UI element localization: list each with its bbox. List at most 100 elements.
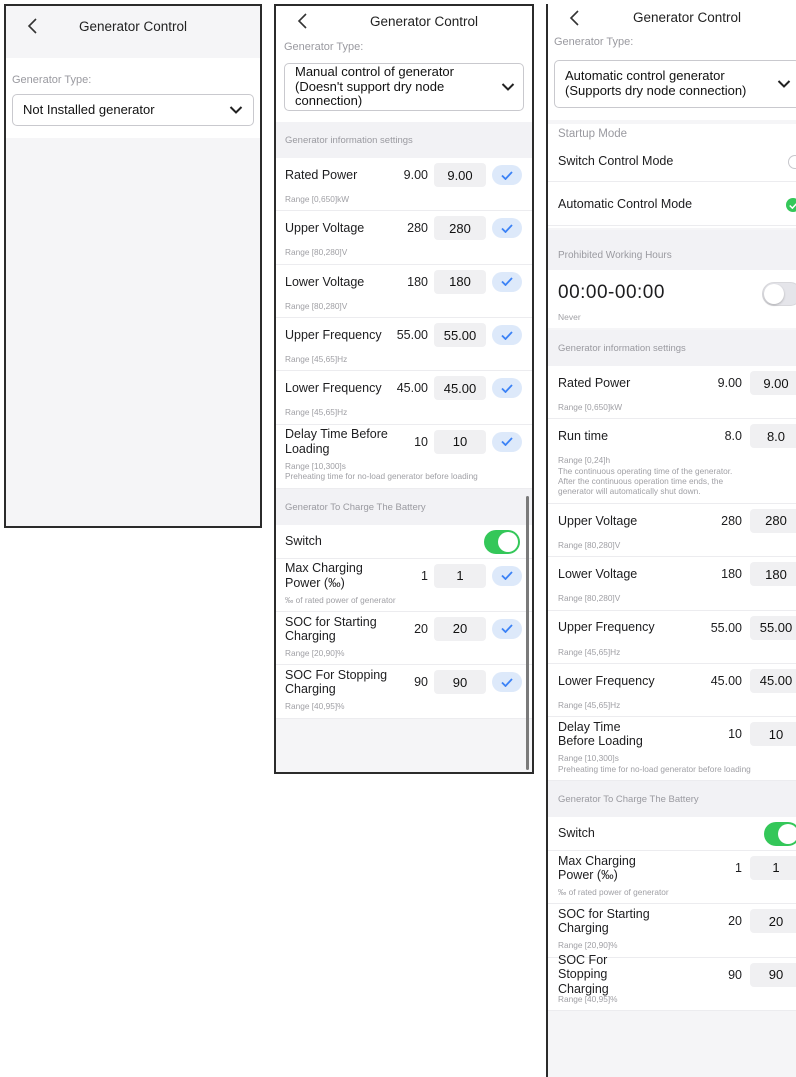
value-input[interactable]: 20 [750,909,796,934]
mode-option-auto[interactable]: Automatic Control Mode [548,184,796,226]
screen-not-installed: Generator Control Generator Type: Not In… [4,4,262,528]
setting-label: Lower Frequency [558,673,655,688]
current-value: 180 [407,274,428,289]
charge-battery-toggle[interactable] [764,821,796,846]
value-input[interactable]: 90 [750,962,796,987]
section-header: Generator To Charge The Battery [548,780,796,817]
setting-hint: Range [80,280]V [548,591,796,611]
setting-row: Delay Time Before Loading 10 10 [548,717,796,752]
current-value: 1 [735,860,742,875]
current-value: 55.00 [710,620,742,635]
setting-hint: Range [45,65]Hz [276,405,532,425]
current-value: 1 [421,568,428,583]
setting-row: Run time 8.0 8.0 [548,419,796,454]
setting-hint: Range [80,280]V [276,298,532,319]
value-input[interactable]: 10 [750,722,796,747]
current-value: 45.00 [710,673,742,688]
check-icon [501,571,513,581]
confirm-button[interactable] [492,271,522,292]
prohibited-hours-toggle[interactable] [762,282,796,306]
prohibited-hours-item[interactable]: 00:00-00:00 Never [548,270,796,328]
value-input[interactable]: 9.00 [434,163,486,187]
confirm-button[interactable] [492,165,522,185]
chevron-down-icon [777,79,791,89]
value-input[interactable]: 55.00 [434,323,486,348]
setting-hint: Range [10,300]s Preheating time for no-l… [548,751,796,781]
switch-row: Switch [276,524,532,559]
value-input[interactable]: 55.00 [750,615,796,640]
value-input[interactable]: 45.00 [750,668,796,693]
confirm-button[interactable] [492,618,522,639]
setting-row: Lower Frequency 45.00 45.00 [548,663,796,698]
chevron-down-icon [229,105,243,115]
value-input[interactable]: 180 [750,562,796,587]
generator-type-value: Not Installed generator [23,101,155,117]
setting-label: Run time [558,429,609,444]
setting-label: Max Charging Power (‰) [558,853,636,882]
value-input[interactable]: 90 [434,670,486,695]
value-input[interactable]: 180 [434,269,486,294]
value-input[interactable]: 280 [750,508,796,533]
back-chevron-icon[interactable] [290,9,314,33]
radio-checked-icon[interactable] [786,198,796,212]
value-input[interactable]: 45.00 [434,376,486,401]
scrollbar[interactable] [526,496,529,770]
chevron-down-icon [501,82,515,92]
setting-label: Rated Power [558,375,631,390]
mode-option-switch[interactable]: Switch Control Mode [548,142,796,182]
mode-option-label: Automatic Control Mode [558,197,693,212]
prohibited-time: 00:00-00:00 [558,282,665,303]
generator-type-dropdown[interactable]: Not Installed generator [12,94,254,126]
back-chevron-icon[interactable] [20,14,44,38]
setting-row: Rated Power 9.00 9.00 [276,158,532,192]
value-input[interactable]: 20 [434,616,486,641]
toggle-knob [498,531,518,552]
settings-list: Generator information settings Rated Powe… [276,122,532,719]
radio-unchecked[interactable] [788,155,796,169]
switch-row: Switch [548,816,796,851]
page-title: Generator Control [632,9,742,25]
setting-label: Lower Voltage [285,274,365,289]
section-label: Generator information settings [558,343,686,354]
confirm-button[interactable] [492,218,522,239]
setting-hint: Range [40,95]% [276,699,532,719]
value-input[interactable]: 8.0 [750,424,796,449]
section-label: Generator To Charge The Battery [285,501,426,513]
current-value: 9.00 [403,168,428,182]
startup-mode-panel: Startup Mode Switch Control Mode Automat… [548,124,796,228]
check-icon [501,277,513,287]
value-input[interactable]: 1 [750,855,796,880]
page-title: Generator Control [78,18,188,34]
confirm-button[interactable] [492,565,522,586]
setting-row: Lower Frequency 45.00 45.00 [276,371,532,406]
value-input[interactable]: 280 [434,216,486,241]
setting-label: Upper Voltage [558,513,638,528]
section-label: Generator information settings [285,135,413,146]
generator-type-label: Generator Type: [554,36,634,48]
setting-label: Delay Time Before Loading [285,427,388,456]
generator-type-dropdown[interactable]: Manual control of generator (Doesn't sup… [284,63,524,111]
confirm-button[interactable] [492,325,522,346]
setting-label: SOC for Starting Charging [558,906,650,936]
confirm-button[interactable] [492,672,522,693]
current-value: 10 [728,727,742,742]
confirm-button[interactable] [492,378,522,399]
generator-type-dropdown[interactable]: Automatic control generator (Supports dr… [554,60,796,108]
value-input[interactable]: 9.00 [750,371,796,395]
check-icon [501,678,513,687]
current-value: 9.00 [717,376,742,390]
section-header: Generator information settings [276,122,532,158]
generator-type-panel: Generator Type: Automatic control genera… [548,30,796,120]
value-input[interactable]: 1 [434,563,486,588]
check-icon [501,437,513,447]
settings-list: Generator information settings Rated Powe… [548,330,796,1012]
screen-manual: Generator Control Generator Type: Manual… [274,4,534,774]
current-value: 8.0 [724,429,742,444]
confirm-button[interactable] [492,431,522,452]
setting-hint: Range [0,650]kW [276,192,532,212]
setting-hint: ‰ of rated power of generator [548,884,796,905]
setting-row: SOC for Starting Charging 20 20 [548,904,796,939]
back-chevron-icon[interactable] [562,6,586,30]
value-input[interactable]: 10 [434,429,486,454]
charge-battery-toggle[interactable] [484,529,520,554]
